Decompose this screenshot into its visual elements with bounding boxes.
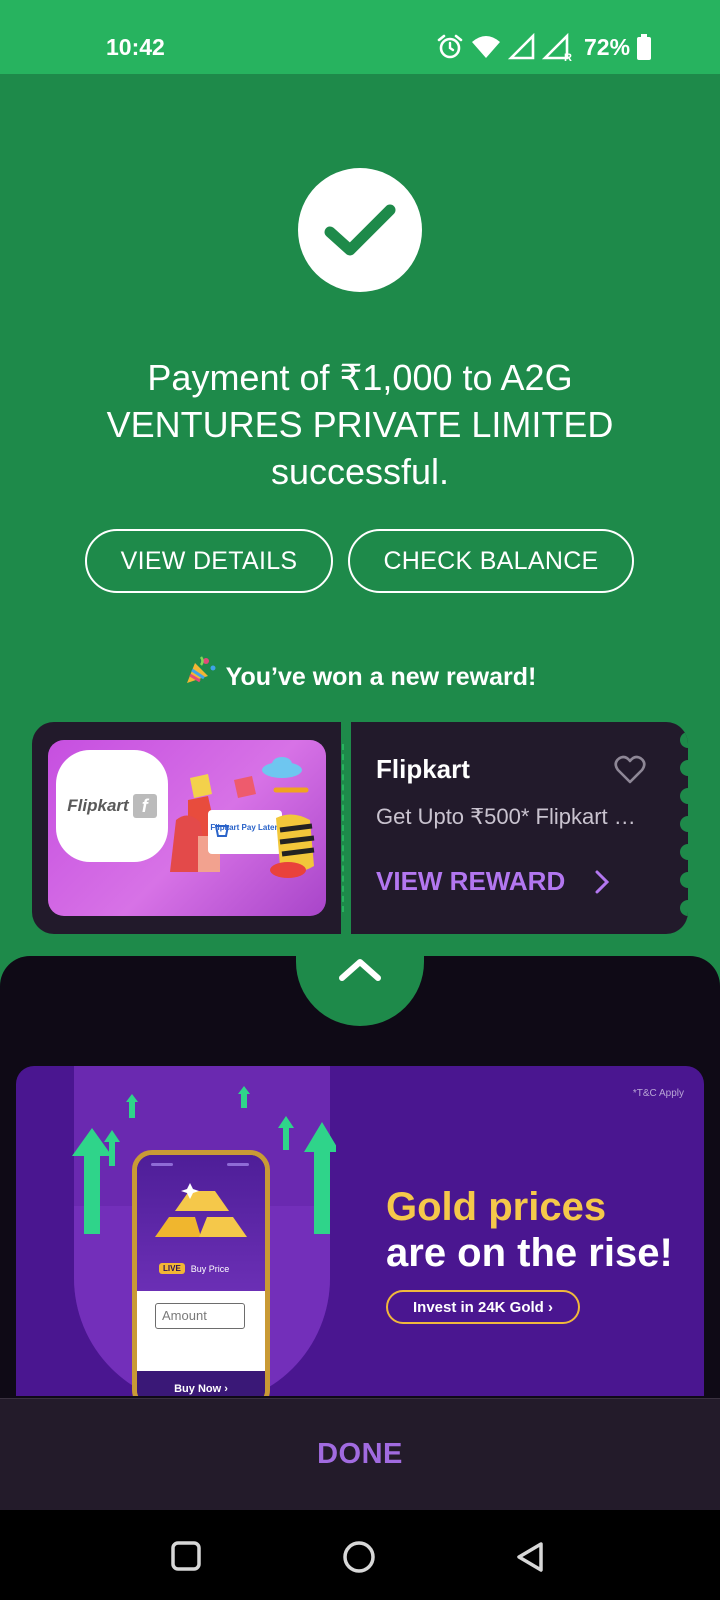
gold-promo-banner[interactable]: LIVE Buy Price Amount Buy Now › *T&C App… [16, 1066, 704, 1396]
battery-percent: 72% [584, 33, 631, 60]
reward-heading-row: You’ve won a new reward! [0, 655, 720, 692]
wifi-icon [472, 36, 500, 58]
system-nav-bar [0, 1510, 720, 1600]
reward-heading: You’ve won a new reward! [225, 663, 537, 691]
flipkart-logo: Flipkart f [56, 750, 168, 862]
home-icon[interactable] [342, 1540, 376, 1574]
party-popper-icon [184, 655, 218, 692]
tnc-text: *T&C Apply [632, 1088, 684, 1099]
pay-later-text: Flipkart Pay Later [210, 823, 277, 832]
view-reward-button[interactable]: VIEW REWARD [376, 866, 610, 897]
buy-price-label: Buy Price [190, 1263, 230, 1274]
gold-promo-headline: Gold prices are on the rise! [386, 1184, 696, 1276]
svg-text:R: R [564, 52, 572, 61]
signal-roaming-icon: R [542, 33, 572, 61]
live-price-row: LIVE Buy Price [159, 1263, 229, 1274]
live-badge: LIVE [159, 1263, 185, 1274]
flipkart-logo-text: Flipkart [67, 796, 129, 815]
status-time: 10:42 [106, 34, 165, 60]
phone-mockup: LIVE Buy Price Amount Buy Now › [132, 1150, 270, 1396]
reward-banner-image: Flipkart Pay Later Flipkart f [48, 740, 326, 916]
invest-gold-button[interactable]: Invest in 24K Gold › [386, 1290, 580, 1324]
payment-success-message: Payment of ₹1,000 to A2G VENTURES PRIVAT… [106, 357, 614, 492]
gold-headline-line1: Gold prices [386, 1185, 607, 1229]
alarm-icon [437, 34, 463, 59]
amount-field: Amount [155, 1303, 245, 1329]
chevron-up-icon [339, 959, 381, 981]
gold-headline-line2: are on the rise! [386, 1231, 673, 1275]
success-check-badge [298, 168, 422, 292]
status-bar: 10:42 R 72% [0, 0, 720, 74]
signal-icon [508, 33, 535, 60]
view-reward-label: VIEW REWARD [376, 866, 566, 896]
favorite-heart-icon[interactable] [614, 755, 646, 785]
done-button[interactable]: DONE [0, 1398, 720, 1510]
reward-offer-text: Get Upto ₹500* Flipkart Pay Later [376, 804, 646, 829]
view-details-button[interactable]: VIEW DETAILS [85, 529, 333, 593]
reward-brand-name: Flipkart [376, 754, 470, 784]
status-icons: R 72% [436, 30, 652, 64]
gold-bars-icon [151, 1163, 249, 1237]
coupon-dashed-line [342, 744, 344, 912]
check-icon [324, 204, 396, 256]
chevron-right-icon [595, 870, 610, 893]
battery-icon [637, 34, 652, 60]
back-icon[interactable] [514, 1540, 546, 1574]
recents-icon[interactable] [170, 1540, 202, 1572]
check-balance-button[interactable]: CHECK BALANCE [348, 529, 634, 593]
flipkart-bag-icon: f [132, 794, 157, 818]
buy-now-label: Buy Now › [137, 1371, 265, 1396]
